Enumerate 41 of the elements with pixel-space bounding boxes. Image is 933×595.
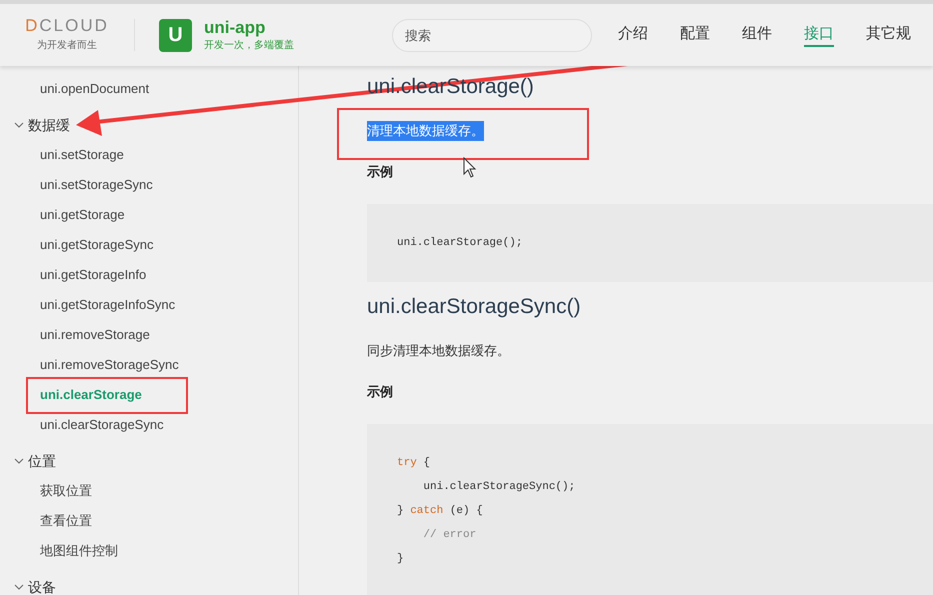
example-label: 示例 xyxy=(367,384,393,400)
code-token: { xyxy=(422,457,430,469)
uni-app-logo-icon: U xyxy=(159,18,192,52)
code-token: uni.clearStorageSync(); xyxy=(422,481,576,493)
code-token: } xyxy=(397,553,404,565)
sidebar-link[interactable]: 获取位置 xyxy=(40,481,92,501)
api-heading: uni.clearStorageSync() xyxy=(367,295,581,319)
description-text: 清理本地数据缓存。 xyxy=(367,121,484,141)
sidebar-link[interactable]: uni.removeStorage xyxy=(40,325,150,345)
sidebar-link[interactable]: uni.setStorageSync xyxy=(40,175,153,195)
sidebar-group[interactable]: 设备 xyxy=(28,576,56,595)
nav-tab[interactable]: 其它规 xyxy=(866,22,911,48)
sidebar-link[interactable]: uni.getStorageInfoSync xyxy=(40,295,176,315)
sidebar-group[interactable]: 数据缓 xyxy=(28,114,70,136)
nav-tab[interactable]: 介绍 xyxy=(618,22,648,48)
sidebar-group[interactable]: 位置 xyxy=(28,450,56,472)
code-token: // error xyxy=(422,529,476,541)
nav-tab[interactable]: 配置 xyxy=(680,22,710,48)
code-token: try xyxy=(397,457,417,469)
sidebar-link[interactable]: uni.openDocument xyxy=(40,79,150,99)
brand-tagline: 开发一次，多端覆盖 xyxy=(204,38,294,54)
code-token: uni.clearStorage(); xyxy=(397,237,522,249)
sidebar-link[interactable]: uni.removeStorageSync xyxy=(40,355,179,375)
dcloud-wordmark: DCLOUD xyxy=(25,17,109,34)
sidebar-link[interactable]: uni.getStorageSync xyxy=(40,235,154,255)
code-token: (e) { xyxy=(448,505,483,517)
logo-slogan: 为开发者而生 xyxy=(37,38,97,53)
sidebar-link[interactable]: uni.clearStorageSync xyxy=(40,415,164,435)
description-text: 同步清理本地数据缓存。 xyxy=(367,342,510,360)
sidebar-link[interactable]: uni.setStorage xyxy=(40,145,124,165)
search-field[interactable]: 搜索 xyxy=(392,18,592,52)
example-label: 示例 xyxy=(367,164,393,180)
brand-name: uni-app xyxy=(204,16,266,38)
sidebar-link[interactable]: uni.getStorageInfo xyxy=(40,265,146,285)
sidebar-link[interactable]: 地图组件控制 xyxy=(40,541,118,561)
mouse-cursor-icon xyxy=(464,156,476,178)
sidebar-link[interactable]: 查看位置 xyxy=(40,511,92,531)
nav-tab[interactable]: 组件 xyxy=(742,22,772,48)
sidebar-link[interactable]: uni.getStorage xyxy=(40,205,125,225)
code-token: catch xyxy=(410,505,444,517)
code-token: } xyxy=(397,505,405,517)
